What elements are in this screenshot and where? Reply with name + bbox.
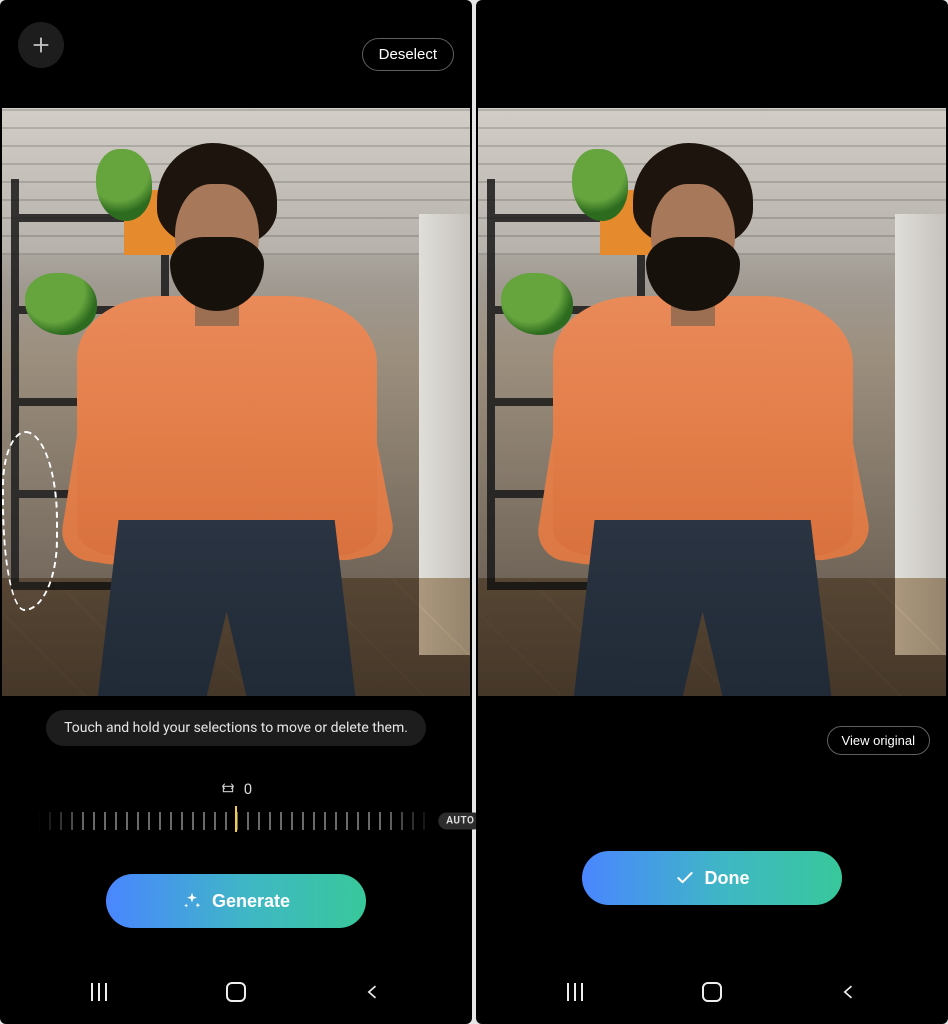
home-icon: [226, 982, 246, 1002]
home-icon: [702, 982, 722, 1002]
editor-generate-panel: Deselect Touch and hold your selections …: [0, 0, 472, 1024]
check-icon: [675, 868, 695, 888]
nav-home-button[interactable]: [682, 982, 742, 1002]
add-button[interactable]: [18, 22, 64, 68]
result-photo: [478, 108, 946, 696]
view-original-button[interactable]: View original: [827, 726, 930, 755]
nav-home-button[interactable]: [206, 982, 266, 1002]
nav-back-button[interactable]: [343, 982, 403, 1002]
back-icon: [839, 982, 859, 1002]
recents-icon: [91, 983, 107, 1001]
top-toolbar: [476, 0, 948, 108]
angle-slider[interactable]: AUTO: [38, 810, 434, 832]
generate-button[interactable]: Generate: [106, 874, 366, 928]
done-label: Done: [705, 868, 750, 889]
nav-back-button[interactable]: [819, 982, 879, 1002]
top-toolbar: Deselect: [0, 0, 472, 108]
editor-done-panel: View original Done: [476, 0, 948, 1024]
deselect-button[interactable]: Deselect: [362, 38, 454, 71]
angle-value: 0: [244, 780, 252, 798]
back-icon: [363, 982, 383, 1002]
sparkle-icon: [182, 891, 202, 911]
angle-readout: 0: [220, 780, 252, 798]
photo-canvas[interactable]: [2, 108, 470, 696]
photo-canvas[interactable]: [478, 108, 946, 696]
generate-label: Generate: [212, 891, 290, 912]
nav-recents-button[interactable]: [69, 983, 129, 1001]
done-button[interactable]: Done: [582, 851, 842, 905]
system-navbar: [476, 966, 948, 1024]
straighten-control: 0 AUTO: [0, 780, 472, 832]
plus-icon: [30, 34, 52, 56]
slider-center-tick: [235, 806, 237, 832]
nav-recents-button[interactable]: [545, 983, 605, 1001]
recents-icon: [567, 983, 583, 1001]
hint-text: Touch and hold your selections to move o…: [46, 710, 426, 746]
system-navbar: [0, 966, 472, 1024]
edited-photo: [2, 108, 470, 696]
straighten-icon: [220, 781, 236, 797]
